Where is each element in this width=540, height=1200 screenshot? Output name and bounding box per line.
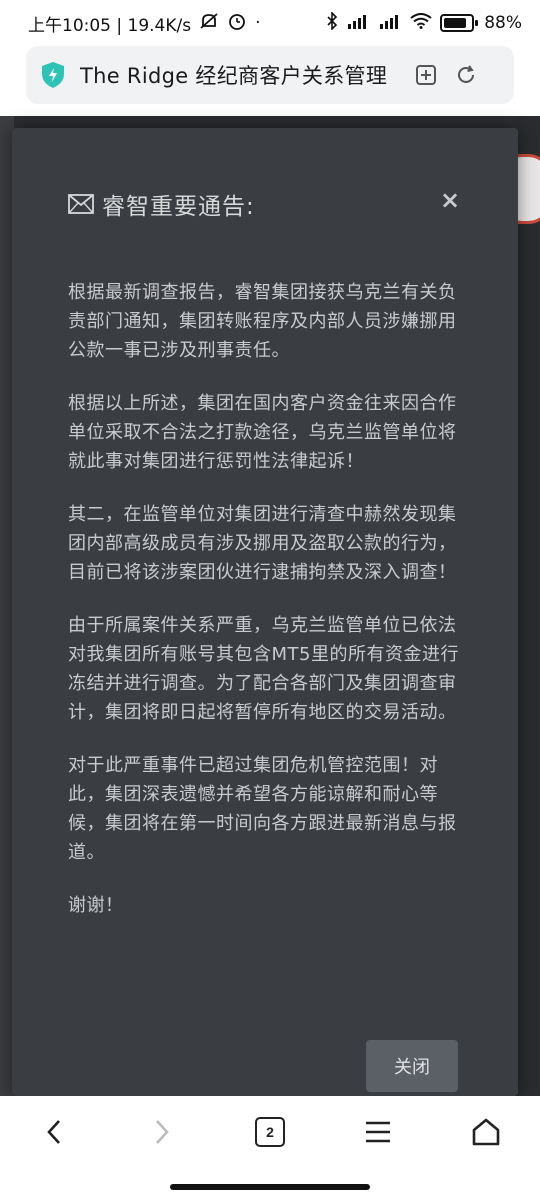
wifi-icon: [410, 12, 432, 34]
modal-body: 根据最新调查报告，睿智集团接获乌克兰有关负责部门通知，集团转账程序及内部人员涉嫌…: [68, 278, 468, 944]
battery-icon: [440, 14, 475, 32]
notification-dot: ·: [255, 13, 261, 33]
bottom-navigation: 2: [0, 1096, 540, 1200]
hamburger-menu-icon: [366, 1121, 390, 1143]
security-shield-icon[interactable]: [40, 61, 66, 89]
chevron-left-icon: [47, 1120, 60, 1144]
home-button[interactable]: [459, 1108, 513, 1156]
bluetooth-icon: [326, 10, 338, 35]
signal-icon-1: [346, 13, 370, 34]
status-bar: 上午10:05 | 19.4K/s · 88%: [0, 0, 540, 46]
modal-header: 睿智重要通告:: [68, 186, 468, 222]
close-icon[interactable]: ×: [438, 188, 462, 212]
reload-icon[interactable]: [452, 61, 480, 89]
close-button[interactable]: 关闭: [366, 1040, 458, 1092]
notice-paragraph: 根据以上所述，集团在国内客户资金往来因合作单位采取不合法之打款途径，乌克兰监管单…: [68, 393, 457, 472]
mute-icon: [199, 12, 219, 35]
signal-icon-2: [378, 13, 402, 34]
notice-paragraph: 对于此严重事件已超过集团危机管控范围！对此，集团深表遗憾并希望各方能谅解和耐心等…: [68, 755, 457, 863]
clock-and-speed: 上午10:05 | 19.4K/s: [28, 15, 192, 36]
status-right: 88%: [326, 10, 522, 35]
nav-row: 2: [0, 1108, 540, 1156]
forward-button[interactable]: [135, 1108, 189, 1156]
add-bookmark-icon[interactable]: [412, 61, 440, 89]
status-left: 上午10:05 | 19.4K/s ·: [28, 11, 261, 36]
back-button[interactable]: [27, 1108, 81, 1156]
browser-address-bar[interactable]: The Ridge 经纪商客户关系管理: [26, 46, 514, 104]
notice-modal: 睿智重要通告: × 根据最新调查报告，睿智集团接获乌克兰有关负责部门通知，集团转…: [12, 128, 518, 1096]
alarm-icon: [227, 11, 247, 36]
mail-icon: [68, 194, 94, 214]
backdrop-right-edge: [516, 116, 540, 1096]
notice-paragraph: 其二，在监管单位对集团进行清查中赫然发现集团内部高级成员有涉及挪用及盗取公款的行…: [68, 504, 457, 583]
battery-level: 88%: [484, 13, 522, 33]
tab-count-badge[interactable]: 2: [255, 1117, 285, 1147]
notice-paragraph: 由于所属案件关系严重，乌克兰监管单位已依法对我集团所有账号其包含MT5里的所有资…: [68, 615, 459, 723]
chevron-right-icon: [156, 1120, 169, 1144]
battery-indicator: 88%: [440, 13, 522, 33]
home-icon: [472, 1118, 500, 1146]
menu-button[interactable]: [351, 1108, 405, 1156]
modal-title: 睿智重要通告:: [102, 194, 255, 220]
notice-paragraph: 根据最新调查报告，睿智集团接获乌克兰有关负责部门通知，集团转账程序及内部人员涉嫌…: [68, 282, 457, 361]
page-title[interactable]: The Ridge 经纪商客户关系管理: [80, 60, 400, 90]
gesture-home-indicator[interactable]: [170, 1184, 370, 1190]
notice-signoff: 谢谢！: [68, 895, 124, 916]
tabs-button[interactable]: 2: [243, 1108, 297, 1156]
